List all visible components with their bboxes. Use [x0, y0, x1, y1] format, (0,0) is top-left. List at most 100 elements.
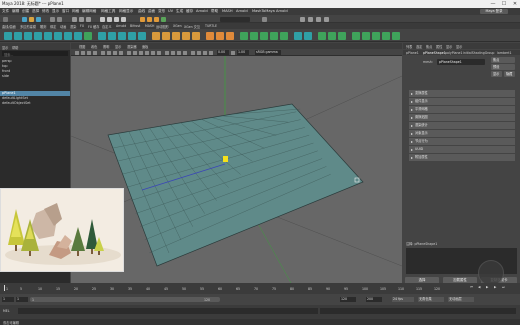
outliner-item[interactable]: defaultObjectSet: [0, 101, 70, 106]
normals-icon[interactable]: [338, 32, 346, 40]
ae-section[interactable]: UUID: [409, 146, 515, 153]
mirror-icon[interactable]: [138, 32, 146, 40]
gamma-toggle-icon[interactable]: [231, 50, 235, 55]
start-time-field[interactable]: 1: [2, 297, 14, 302]
menu-item[interactable]: 曲面: [148, 9, 155, 14]
time-slider[interactable]: 1 5 10 15 20 25 30 35 40 45 50 55 60 65 …: [0, 283, 520, 294]
focus-button[interactable]: 焦点: [491, 57, 515, 63]
exposure-field[interactable]: 0.00: [217, 50, 229, 55]
mode-selector-icon[interactable]: [3, 16, 8, 22]
freeze-icon[interactable]: [352, 32, 360, 40]
shelf-tab[interactable]: Bifrost: [130, 24, 140, 28]
menu-item[interactable]: Arnold: [196, 9, 208, 13]
show-attribute-editor-icon[interactable]: [308, 16, 313, 22]
shelf-tab[interactable]: 动画: [60, 24, 66, 29]
ae-section[interactable]: 对象显示: [409, 130, 515, 137]
viewport-menu-item[interactable]: 着色: [91, 44, 97, 49]
ambient-occlusion-icon[interactable]: [165, 50, 169, 55]
menu-item[interactable]: MASH: [222, 9, 233, 13]
shelf-tab[interactable]: 渲染: [70, 24, 76, 29]
ae-section[interactable]: 变换属性: [409, 90, 515, 97]
ipr-render-icon[interactable]: [147, 16, 152, 22]
range-slider[interactable]: 1 120: [30, 297, 220, 302]
menu-item[interactable]: 曲线: [138, 9, 145, 14]
bake-icon[interactable]: [382, 32, 390, 40]
presets-button[interactable]: 预设: [491, 64, 515, 70]
auto-map-icon[interactable]: [280, 32, 288, 40]
manipulator-pivot[interactable]: [223, 156, 228, 162]
shelf-tab[interactable]: XGen 交互: [184, 24, 200, 29]
combine-icon[interactable]: [98, 32, 106, 40]
color-space-select[interactable]: sRGB gamma: [255, 50, 281, 55]
disc-icon[interactable]: [64, 32, 72, 40]
show-button[interactable]: 显示: [491, 71, 502, 77]
playback-start-field[interactable]: 1: [16, 297, 28, 302]
shelf-tab[interactable]: 自定义: [102, 24, 112, 29]
menu-item[interactable]: 文件: [2, 9, 9, 14]
ae-node-tab-active[interactable]: pPlaneShape1: [423, 51, 446, 55]
edge-loop-icon[interactable]: [216, 32, 224, 40]
outliner-menu-help[interactable]: 帮助: [12, 45, 18, 50]
live-surface-field[interactable]: [220, 16, 250, 22]
ae-section[interactable]: 节点行为: [409, 138, 515, 145]
ae-node-tab[interactable]: lambert1: [497, 51, 512, 55]
show-channel-box-icon[interactable]: [324, 16, 329, 22]
menu-item[interactable]: 显示: [52, 9, 59, 14]
smooth-shade-icon[interactable]: [133, 50, 137, 55]
outliner-menu-display[interactable]: 显示: [2, 45, 8, 50]
torus-icon[interactable]: [44, 32, 52, 40]
redo-icon[interactable]: [57, 16, 62, 22]
cylinder-icon[interactable]: [24, 32, 32, 40]
cube-icon[interactable]: [14, 32, 22, 40]
shelf-tab[interactable]: 曲线/曲面: [2, 24, 16, 29]
viewport-menu-item[interactable]: 面板: [142, 44, 148, 49]
target-weld-icon[interactable]: [226, 32, 234, 40]
ae-section[interactable]: 置换贴图: [409, 114, 515, 121]
menu-item[interactable]: 创建: [22, 9, 29, 14]
smooth-icon[interactable]: [118, 32, 126, 40]
go-to-start-icon[interactable]: ⏮: [470, 285, 473, 289]
menu-item[interactable]: 变形: [158, 9, 165, 14]
shelf-tab[interactable]: Arnold: [116, 24, 126, 28]
wireframe-on-shaded-icon[interactable]: [139, 50, 143, 55]
ae-node-tab[interactable]: polyPlane1: [445, 51, 463, 55]
select-object-icon[interactable]: [79, 16, 84, 22]
show-tool-settings-icon[interactable]: [316, 16, 321, 22]
dof-icon[interactable]: [183, 50, 187, 55]
go-to-end-icon[interactable]: ⏭: [502, 285, 505, 289]
menu-item[interactable]: 编辑网格: [82, 9, 96, 14]
lights-icon[interactable]: [151, 50, 155, 55]
snap-grid-icon[interactable]: [100, 16, 105, 22]
shelf-tab[interactable]: 绑定: [50, 24, 56, 29]
menu-item[interactable]: Arnold: [276, 9, 288, 13]
svg-icon[interactable]: [84, 32, 92, 40]
spherical-map-icon[interactable]: [270, 32, 278, 40]
bevel-icon[interactable]: [172, 32, 180, 40]
shelf-tab[interactable]: 雕刻: [40, 24, 46, 29]
ae-section[interactable]: 组件显示: [409, 98, 515, 105]
resolution-gate-icon[interactable]: [113, 50, 117, 55]
playback-end-field[interactable]: 120: [340, 297, 356, 302]
menu-item[interactable]: 修改: [42, 9, 49, 14]
ae-section[interactable]: 附加属性: [409, 154, 515, 161]
bridge-icon[interactable]: [162, 32, 170, 40]
viewport-menu-item[interactable]: 照明: [103, 44, 109, 49]
separate-icon[interactable]: [108, 32, 116, 40]
cylindrical-map-icon[interactable]: [260, 32, 268, 40]
shelf-tab[interactable]: 多边形建模: [20, 24, 36, 29]
new-scene-icon[interactable]: [22, 16, 27, 22]
ae-menu-item[interactable]: 选定: [416, 44, 422, 49]
menu-item[interactable]: UV: [168, 9, 173, 13]
extrude-icon[interactable]: [152, 32, 160, 40]
bookmark-icon[interactable]: [87, 50, 91, 55]
play-icon[interactable]: ▶: [486, 285, 488, 289]
camera-attr-icon[interactable]: [81, 50, 85, 55]
ae-menu-item[interactable]: 列表: [406, 44, 412, 49]
multi-cut-icon[interactable]: [206, 32, 214, 40]
textured-icon[interactable]: [145, 50, 149, 55]
wireframe-icon[interactable]: [127, 50, 131, 55]
gate-mask-icon[interactable]: [119, 50, 123, 55]
maximize-button[interactable]: ☐: [499, 0, 509, 8]
current-time-marker[interactable]: [4, 285, 5, 291]
menu-item[interactable]: 选择: [32, 9, 39, 14]
